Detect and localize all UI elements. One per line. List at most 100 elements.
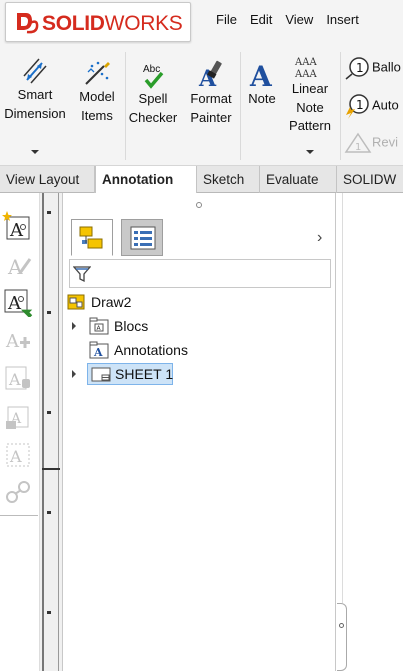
format-painter-button[interactable]: A Format Painter bbox=[184, 58, 238, 127]
smart-dimension-button[interactable]: Smart Dimension bbox=[2, 54, 68, 123]
panel-splitter-handle[interactable] bbox=[337, 603, 347, 671]
ribbon-separator bbox=[125, 52, 126, 160]
svg-text:A: A bbox=[5, 331, 20, 352]
command-manager-ribbon: Smart Dimension Model Items Abc Spell Ch… bbox=[0, 44, 403, 166]
tree-item-annotations[interactable]: A Annotations bbox=[71, 339, 271, 361]
auto-balloon-icon: 1 bbox=[346, 94, 369, 119]
model-items-label: Model Items bbox=[79, 89, 115, 123]
linear-note-pattern-button[interactable]: AAA AAA Linear Note Pattern bbox=[284, 54, 336, 136]
panel-grip-handle[interactable] bbox=[196, 202, 202, 208]
note-arrow-icon[interactable]: A bbox=[2, 287, 34, 317]
tab-view-layout[interactable]: View Layout bbox=[0, 166, 95, 193]
tree-item-label: Annotations bbox=[114, 342, 188, 358]
balloon-icon: 1 bbox=[345, 57, 369, 80]
menu-edit[interactable]: Edit bbox=[250, 12, 272, 27]
feature-manager-tree-tab[interactable] bbox=[71, 219, 113, 256]
expand-arrow-icon[interactable] bbox=[72, 322, 76, 330]
linear-note-pattern-dropdown-arrow[interactable] bbox=[306, 150, 314, 154]
note-star-icon[interactable]: A bbox=[2, 211, 34, 241]
note-icon: A bbox=[249, 60, 273, 90]
linear-note-pattern-icon-text: AAA bbox=[294, 69, 317, 80]
spell-checker-label: Spell Checker bbox=[128, 91, 178, 125]
tab-solidworks-addins[interactable]: SOLIDW bbox=[337, 166, 403, 193]
ds-logo-icon bbox=[17, 13, 39, 34]
link-note-icon[interactable] bbox=[2, 477, 34, 507]
property-list-icon bbox=[130, 226, 156, 250]
menu-bar: File Edit View Insert bbox=[216, 12, 372, 27]
balloon-button[interactable]: 1 Ballo bbox=[344, 56, 403, 80]
spell-checker-icon: Abc bbox=[143, 64, 164, 89]
chevron-right-icon[interactable]: › bbox=[317, 229, 322, 247]
feature-tree-icon bbox=[79, 226, 103, 249]
revision-triangle-icon: 1 bbox=[344, 132, 372, 153]
tree-filter-bar[interactable] bbox=[69, 259, 331, 288]
svg-text:A: A bbox=[7, 255, 23, 279]
ruler-tick bbox=[47, 611, 51, 614]
logo-wordmark: SOLIDWORKS bbox=[42, 12, 183, 35]
property-manager-tab[interactable] bbox=[121, 219, 163, 256]
format-painter-icon: A bbox=[198, 60, 222, 90]
svg-text:1: 1 bbox=[356, 61, 364, 75]
auto-balloon-button[interactable]: 1 Auto bbox=[344, 93, 403, 119]
svg-text:1: 1 bbox=[355, 142, 361, 153]
ruler-tick bbox=[47, 511, 51, 514]
tree-item-label: Blocs bbox=[114, 318, 149, 334]
ruler-tick bbox=[47, 311, 51, 314]
left-toolbar-separator bbox=[0, 515, 38, 516]
filter-funnel-icon[interactable] bbox=[73, 265, 91, 283]
menu-insert[interactable]: Insert bbox=[326, 12, 359, 27]
left-annotation-toolbar: A A A A A A A bbox=[0, 193, 40, 671]
solidworks-logo[interactable]: SOLIDWORKS bbox=[5, 2, 191, 42]
panel-tab-strip bbox=[71, 219, 171, 256]
command-manager-tabs: View Layout Annotation Sketch Evaluate S… bbox=[0, 166, 403, 194]
menu-view[interactable]: View bbox=[285, 12, 313, 27]
tab-annotation[interactable]: Annotation bbox=[95, 166, 197, 194]
tab-sketch[interactable]: Sketch bbox=[197, 166, 260, 193]
svg-text:A: A bbox=[9, 220, 24, 241]
model-items-button[interactable]: Model Items bbox=[74, 58, 120, 125]
title-bar: SOLIDWORKS File Edit View Insert bbox=[0, 0, 403, 44]
menu-file[interactable]: File bbox=[216, 12, 237, 27]
model-items-icon bbox=[85, 61, 110, 85]
format-painter-label: Format Painter bbox=[190, 91, 232, 125]
svg-text:A: A bbox=[93, 346, 103, 359]
splitter-grip-dot bbox=[339, 623, 344, 628]
tree-item-blocs[interactable]: A Blocs bbox=[71, 315, 271, 337]
tree-root-drawing[interactable]: Draw2 bbox=[67, 291, 267, 313]
balloon-label: Ballo bbox=[372, 59, 401, 75]
ruler-tick bbox=[47, 211, 51, 214]
add-note-icon[interactable]: A bbox=[2, 325, 34, 355]
spell-checker-icon-text: Abc bbox=[143, 64, 160, 75]
sheet-icon bbox=[91, 367, 111, 382]
linear-note-pattern-icon-text: AAA bbox=[294, 57, 317, 68]
note-block-icon[interactable]: A bbox=[2, 401, 34, 431]
tab-evaluate[interactable]: Evaluate bbox=[260, 166, 337, 193]
ribbon-separator bbox=[240, 52, 241, 160]
graphics-area[interactable] bbox=[337, 193, 403, 671]
svg-text:1: 1 bbox=[356, 98, 364, 112]
tree-item-sheet[interactable]: SHEET 1 bbox=[71, 363, 271, 385]
svg-text:A: A bbox=[8, 370, 21, 389]
linear-note-pattern-label: Linear Note Pattern bbox=[289, 81, 331, 133]
drawing-sheet-edge bbox=[342, 193, 343, 603]
smart-dimension-dropdown-arrow[interactable] bbox=[31, 150, 39, 154]
svg-text:A: A bbox=[249, 60, 273, 90]
revision-label: Revi bbox=[372, 134, 399, 150]
note-frame-icon[interactable]: A bbox=[2, 439, 34, 469]
ruler-line bbox=[42, 193, 44, 671]
note-button[interactable]: A Note bbox=[244, 58, 280, 109]
drawing-icon bbox=[67, 294, 85, 310]
ruler-tick bbox=[47, 411, 51, 414]
spell-checker-button[interactable]: Abc Spell Checker bbox=[128, 62, 178, 127]
note-label: Note bbox=[248, 91, 276, 106]
revision-button[interactable]: 1 Revi bbox=[344, 132, 403, 154]
tree-item-label: SHEET 1 bbox=[115, 366, 174, 382]
note-lock-icon[interactable]: A bbox=[2, 363, 34, 393]
edit-note-icon[interactable]: A bbox=[2, 249, 34, 279]
expand-arrow-icon[interactable] bbox=[72, 370, 76, 378]
ribbon-separator bbox=[340, 52, 341, 160]
ruler-line bbox=[58, 193, 59, 671]
annotations-folder-icon: A bbox=[89, 341, 109, 359]
sheet-ruler-strip bbox=[40, 193, 62, 671]
svg-text:A: A bbox=[9, 447, 22, 466]
